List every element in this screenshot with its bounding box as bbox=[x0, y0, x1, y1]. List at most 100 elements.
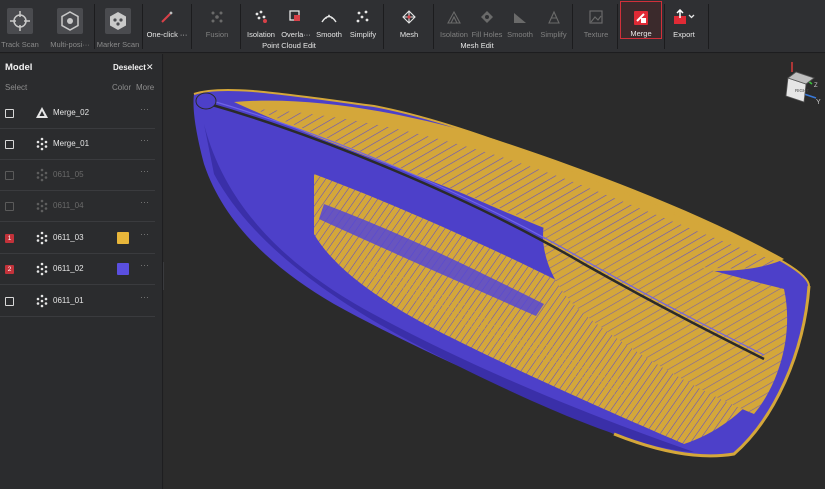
magic-wand-icon bbox=[156, 6, 178, 28]
row-checkbox[interactable] bbox=[5, 171, 14, 180]
export-icon bbox=[673, 6, 695, 28]
smooth-icon bbox=[318, 6, 340, 28]
row-checkbox[interactable] bbox=[5, 109, 14, 118]
scan-model-render: RIGHT Y Z bbox=[193, 62, 821, 458]
marker-scan-label: Marker Scan bbox=[96, 40, 140, 49]
row-selection-badge[interactable]: 1 bbox=[5, 234, 14, 243]
mesh-simplify-icon bbox=[543, 6, 565, 28]
texture-icon bbox=[585, 6, 607, 28]
point-cloud-icon bbox=[35, 137, 49, 151]
model-panel-title: Model bbox=[5, 62, 33, 73]
row-more-icon[interactable]: ··· bbox=[140, 104, 149, 114]
simplify-label: Simplify bbox=[349, 30, 377, 39]
row-checkbox[interactable] bbox=[5, 202, 14, 211]
deselect-button[interactable]: Deselect bbox=[113, 63, 146, 72]
fill-holes-icon bbox=[476, 6, 498, 28]
row-more-icon[interactable]: ··· bbox=[140, 166, 149, 176]
smooth-label: Smooth bbox=[316, 30, 342, 39]
mesh-smooth-icon bbox=[509, 6, 531, 28]
hull-bow-tip bbox=[195, 92, 217, 110]
fill-holes-label: Fill Holes bbox=[471, 30, 503, 39]
one-click-label: One-click ··· bbox=[146, 30, 188, 39]
point-cloud-icon bbox=[35, 294, 49, 308]
separator bbox=[572, 4, 573, 49]
mesh-smooth-label: Smooth bbox=[507, 30, 533, 39]
mesh-simplify-label: Simplify bbox=[540, 30, 567, 39]
row-name: 0611_03 bbox=[53, 233, 84, 242]
point-cloud-edit-group-label: Point Cloud Edit bbox=[262, 41, 316, 50]
texture-button[interactable]: Texture bbox=[578, 0, 614, 53]
track-scan-icon bbox=[5, 6, 35, 36]
row-name: Merge_02 bbox=[53, 108, 90, 117]
row-name: 0611_02 bbox=[53, 264, 84, 273]
mesh-isolation-label: Isolation bbox=[440, 30, 468, 39]
model-panel: Model Deselect ✕ Select Color More Merge… bbox=[0, 54, 163, 489]
point-cloud-icon bbox=[35, 231, 49, 245]
multi-position-scan-button[interactable]: Multi-posi··· bbox=[48, 0, 92, 53]
export-label: Export bbox=[673, 30, 695, 39]
close-icon[interactable]: ✕ bbox=[146, 62, 154, 73]
multi-position-icon bbox=[55, 6, 85, 36]
row-more-icon[interactable]: ··· bbox=[140, 229, 149, 239]
isolation-label: Isolation bbox=[247, 30, 275, 39]
row-name: 0611_04 bbox=[53, 201, 84, 210]
mesh-edit-group-label: Mesh Edit bbox=[460, 41, 494, 50]
mesh-icon bbox=[398, 6, 420, 28]
model-row-0611-05[interactable]: 0611_05 ··· bbox=[0, 160, 155, 191]
track-scan-label: Track Scan bbox=[1, 40, 39, 49]
row-name: 0611_05 bbox=[53, 170, 84, 179]
model-row-0611-01[interactable]: 0611_01 ··· bbox=[0, 286, 155, 317]
fusion-icon bbox=[206, 6, 228, 28]
row-checkbox[interactable] bbox=[5, 297, 14, 306]
row-checkbox[interactable] bbox=[5, 140, 14, 149]
isolation-icon bbox=[250, 6, 272, 28]
point-cloud-icon bbox=[35, 262, 49, 276]
view-orientation-gizmo[interactable]: RIGHT Y Z bbox=[785, 62, 821, 106]
row-name: Merge_01 bbox=[53, 139, 90, 148]
separator bbox=[191, 4, 192, 49]
track-scan-button[interactable]: Track Scan bbox=[0, 0, 40, 53]
color-column-label: Color bbox=[112, 83, 132, 92]
merge-icon bbox=[630, 8, 652, 27]
more-column-label: More bbox=[136, 83, 155, 92]
overlap-label: Overla··· bbox=[281, 30, 311, 39]
row-selection-badge[interactable]: 2 bbox=[5, 265, 14, 274]
z-axis-label: Z bbox=[814, 83, 818, 89]
texture-label: Texture bbox=[583, 30, 609, 39]
point-cloud-icon bbox=[35, 199, 49, 213]
mesh-isolation-icon bbox=[443, 6, 465, 28]
marker-scan-icon bbox=[103, 6, 133, 36]
color-swatch[interactable] bbox=[117, 263, 129, 275]
separator bbox=[708, 4, 709, 49]
fusion-label: Fusion bbox=[205, 30, 229, 39]
merge-label: Merge bbox=[630, 29, 652, 38]
model-row-0611-04[interactable]: 0611_04 ··· bbox=[0, 191, 155, 222]
row-more-icon[interactable]: ··· bbox=[140, 260, 149, 270]
separator bbox=[142, 4, 143, 49]
export-button[interactable]: Export bbox=[668, 0, 700, 53]
mesh-model-icon bbox=[35, 106, 49, 120]
separator bbox=[664, 4, 665, 49]
model-row-merge-01[interactable]: Merge_01 ··· bbox=[0, 129, 155, 160]
separator bbox=[94, 4, 95, 49]
row-more-icon[interactable]: ··· bbox=[140, 292, 149, 302]
model-row-0611-02[interactable]: 2 0611_02 ··· bbox=[0, 254, 155, 285]
row-more-icon[interactable]: ··· bbox=[140, 135, 149, 145]
point-cloud-icon bbox=[35, 168, 49, 182]
y-axis-line bbox=[803, 93, 817, 99]
select-column-label: Select bbox=[5, 83, 28, 92]
simplify-icon bbox=[352, 6, 374, 28]
model-row-0611-03[interactable]: 1 0611_03 ··· bbox=[0, 223, 155, 254]
row-name: 0611_01 bbox=[53, 296, 84, 305]
row-more-icon[interactable]: ··· bbox=[140, 197, 149, 207]
one-click-button[interactable]: One-click ··· bbox=[144, 0, 190, 53]
separator bbox=[383, 4, 384, 49]
mesh-label: Mesh bbox=[399, 30, 419, 39]
merge-button[interactable]: Merge bbox=[620, 1, 662, 39]
3d-viewport[interactable]: RIGHT Y Z bbox=[164, 54, 825, 489]
color-swatch[interactable] bbox=[117, 232, 129, 244]
marker-scan-button[interactable]: Marker Scan bbox=[96, 0, 140, 53]
multi-position-label: Multi-posi··· bbox=[50, 40, 90, 49]
model-row-merge-02[interactable]: Merge_02 ··· bbox=[0, 98, 155, 129]
main-toolbar: Track Scan Multi-posi··· Marker Scan One… bbox=[0, 0, 825, 53]
